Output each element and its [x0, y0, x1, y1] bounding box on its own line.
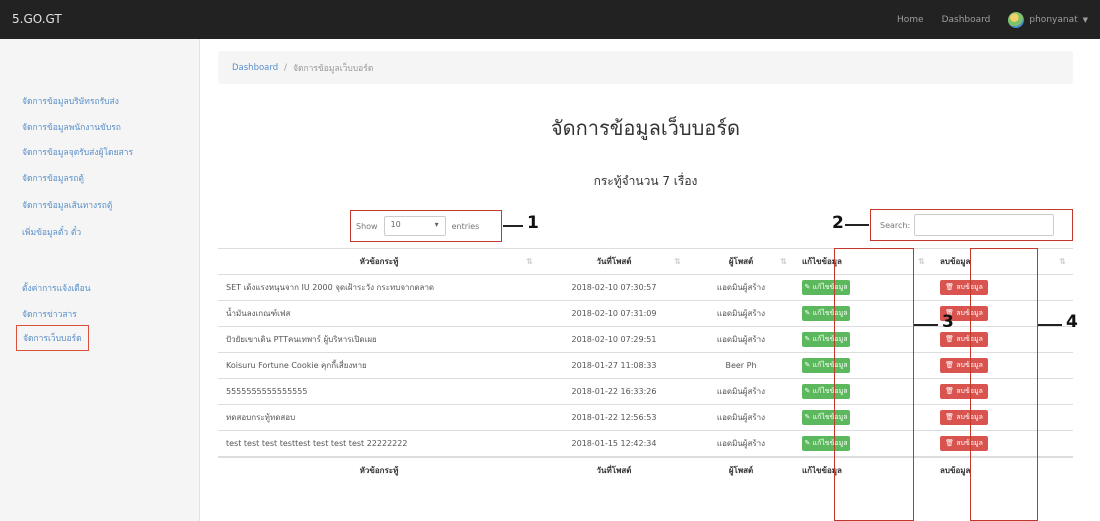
cell-date: 2018-01-27 11:08:33	[540, 352, 688, 379]
table-footer-row: หัวข้อกระทู้ วันที่โพสต์ ผู้โพสต์ แก้ไขข…	[218, 455, 1073, 483]
edit-icon: ✎	[804, 361, 813, 369]
breadcrumb-separator: /	[284, 62, 287, 73]
callout-number-4: 4	[1066, 312, 1078, 332]
page-title: จัดการข้อมูลเว็บบอร์ด	[550, 116, 741, 140]
table-row: test test test testtest test test test 2…	[218, 430, 1073, 457]
table-row: Koisuru Fortune Cookie คุกกี้เสี่ยงทาย 20…	[218, 352, 1073, 379]
cell-topic[interactable]: Koisuru Fortune Cookie คุกกี้เสี่ยงทาย	[218, 352, 540, 379]
sidebar-item-tickets[interactable]: เพิ่มข้อมูลตั๋ว ตั๋ว	[22, 225, 81, 239]
cell-topic[interactable]: 5555555555555555	[218, 378, 540, 405]
trash-icon: 🗑	[945, 361, 957, 369]
trash-icon: 🗑	[945, 283, 957, 291]
user-menu[interactable]: phonyanat ▼	[1008, 11, 1088, 28]
cell-poster: Beer Ph	[688, 352, 794, 379]
header-poster[interactable]: ผู้โพสต์ ⇅	[688, 248, 794, 275]
edit-icon: ✎	[804, 413, 813, 421]
callout-arrow-3	[914, 324, 938, 326]
sort-icon: ⇅	[918, 257, 925, 266]
cell-poster: แอดมินผู้สร้าง	[688, 404, 794, 431]
breadcrumb-current: จัดการข้อมูลเว็บบอร์ด	[293, 63, 374, 74]
brand-logo[interactable]: 5.GO.GT	[12, 12, 62, 26]
header-date-label: วันที่โพสต์	[596, 257, 632, 266]
callout-number-2: 2	[832, 213, 844, 233]
header-poster-label: ผู้โพสต์	[728, 257, 754, 266]
cell-poster: แอดมินผู้สร้าง	[688, 378, 794, 405]
edit-icon: ✎	[804, 387, 813, 395]
header-delete-label: ลบข้อมูล	[940, 257, 971, 266]
chevron-down-icon: ▼	[1082, 15, 1088, 24]
edit-icon: ✎	[804, 309, 813, 317]
edit-icon: ✎	[804, 335, 813, 343]
cell-date: 2018-02-10 07:29:51	[540, 326, 688, 353]
cell-topic[interactable]: test test test testtest test test test 2…	[218, 430, 540, 457]
cell-date: 2018-01-22 12:56:53	[540, 404, 688, 431]
cell-date: 2018-01-22 16:33:26	[540, 378, 688, 405]
sidebar-item-news[interactable]: จัดการข่าวสาร	[22, 307, 77, 321]
sort-icon: ⇅	[1059, 257, 1066, 266]
nav-home-link[interactable]: Home	[897, 15, 924, 25]
table-header-row: หัวข้อกระทู้ ⇅ วันที่โพสต์ ⇅ ผู้โพสต์ ⇅ แก้…	[218, 248, 1073, 275]
trash-icon: 🗑	[945, 335, 957, 343]
annotation-box-length	[350, 210, 502, 242]
table-row: SET เด้งแรงหนุนจาก IU 2000 จุดเฝ้าระวัง …	[218, 274, 1073, 301]
sidebar-item-pickup-points[interactable]: จัดการข้อมูลจุดรับส่งผู้โดยสาร	[22, 145, 133, 159]
sidebar-item-routes[interactable]: จัดการข้อมูลเส้นทางรถตู้	[22, 198, 112, 212]
webboard-table: หัวข้อกระทู้ ⇅ วันที่โพสต์ ⇅ ผู้โพสต์ ⇅ แก้…	[218, 248, 1073, 483]
sort-icon: ⇅	[526, 257, 533, 266]
footer-poster: ผู้โพสต์	[688, 455, 794, 483]
cell-date: 2018-02-10 07:30:57	[540, 274, 688, 301]
cell-topic[interactable]: ทดสอบกระทู้ทดสอบ	[218, 404, 540, 431]
footer-topic: หัวข้อกระทู้	[218, 455, 540, 483]
footer-date: วันที่โพสต์	[540, 455, 688, 483]
trash-icon: 🗑	[945, 438, 957, 447]
cell-topic[interactable]: น้ำมันลงเกณฑ์เฟส	[218, 300, 540, 327]
annotation-box-delete-column	[970, 248, 1038, 521]
cell-poster: แอดมินผู้สร้าง	[688, 300, 794, 327]
breadcrumb-dashboard-link[interactable]: Dashboard	[232, 63, 278, 73]
callout-number-3: 3	[942, 312, 954, 332]
callout-arrow-4	[1038, 324, 1062, 326]
sidebar-item-notifications[interactable]: ตั้งค่าการแจ้งเตือน	[22, 281, 91, 295]
nav-dashboard-link[interactable]: Dashboard	[942, 15, 991, 25]
callout-arrow-1	[503, 225, 523, 227]
edit-icon: ✎	[804, 283, 813, 291]
header-topic[interactable]: หัวข้อกระทู้ ⇅	[218, 248, 540, 275]
sidebar-item-company[interactable]: จัดการข้อมูลบริษัทรถรับส่ง	[22, 94, 119, 108]
sidebar-item-vans[interactable]: จัดการข้อมูลรถตู้	[22, 171, 84, 185]
edit-icon: ✎	[804, 438, 813, 447]
sort-icon: ⇅	[780, 257, 787, 266]
annotation-box-edit-column	[834, 248, 914, 521]
annotation-box-search	[870, 209, 1073, 241]
sort-icon: ⇅	[674, 257, 681, 266]
callout-arrow-2	[845, 224, 869, 226]
avatar	[1008, 11, 1025, 28]
sidebar: จัดการข้อมูลบริษัทรถรับส่ง จัดการข้อมูลพ…	[0, 39, 200, 521]
trash-icon: 🗑	[945, 413, 957, 421]
cell-date: 2018-01-15 12:42:34	[540, 430, 688, 457]
nav-right: Home Dashboard phonyanat ▼	[897, 0, 1088, 39]
top-navbar: 5.GO.GT Home Dashboard phonyanat ▼	[0, 0, 1100, 39]
breadcrumb: Dashboard / จัดการข้อมูลเว็บบอร์ด	[218, 51, 1073, 84]
post-count: กระทู้จำนวน 7 เรื่อง	[593, 174, 698, 188]
cell-poster: แอดมินผู้สร้าง	[688, 430, 794, 457]
cell-topic[interactable]: SET เด้งแรงหนุนจาก IU 2000 จุดเฝ้าระวัง …	[218, 274, 540, 301]
callout-number-1: 1	[527, 213, 539, 233]
cell-poster: แอดมินผู้สร้าง	[688, 326, 794, 353]
table-row: ทดสอบกระทู้ทดสอบ 2018-01-22 12:56:53 แอดมิ…	[218, 404, 1073, 431]
table-body: SET เด้งแรงหนุนจาก IU 2000 จุดเฝ้าระวัง …	[218, 274, 1073, 457]
sidebar-item-webboard[interactable]: จัดการเว็บบอร์ด	[16, 325, 89, 351]
user-name: phonyanat	[1029, 14, 1078, 25]
table-row: 5555555555555555 2018-01-22 16:33:26 แอดมิ…	[218, 378, 1073, 405]
cell-topic[interactable]: ปัวยัยเขาเดิน PTTคนเทพาร์ ผู้บริหารเปิดเ…	[218, 326, 540, 353]
header-topic-label: หัวข้อกระทู้	[359, 257, 399, 266]
trash-icon: 🗑	[945, 387, 957, 395]
header-date[interactable]: วันที่โพสต์ ⇅	[540, 248, 688, 275]
cell-poster: แอดมินผู้สร้าง	[688, 274, 794, 301]
cell-date: 2018-02-10 07:31:09	[540, 300, 688, 327]
sidebar-item-drivers[interactable]: จัดการข้อมูลพนักงานขับรถ	[22, 120, 121, 134]
